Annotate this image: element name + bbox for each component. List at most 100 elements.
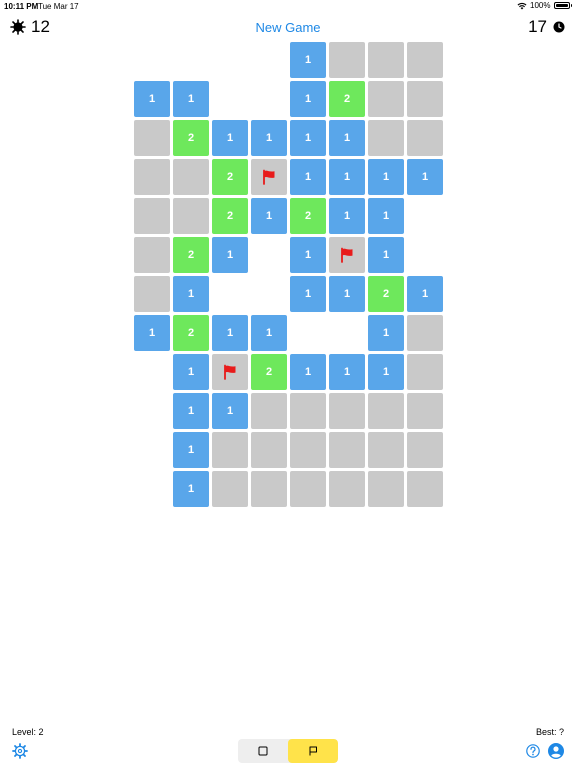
- hidden-cell[interactable]: [134, 276, 170, 312]
- revealed-cell[interactable]: 1: [290, 42, 326, 78]
- revealed-cell[interactable]: 1: [173, 432, 209, 468]
- new-game-button[interactable]: New Game: [230, 20, 346, 35]
- account-icon[interactable]: [548, 743, 564, 759]
- flag-outline-icon: [309, 746, 317, 756]
- flagged-cell[interactable]: [212, 354, 248, 390]
- hidden-cell[interactable]: [329, 471, 365, 507]
- hidden-cell[interactable]: [407, 354, 443, 390]
- revealed-cell[interactable]: 1: [329, 120, 365, 156]
- hidden-cell[interactable]: [290, 393, 326, 429]
- revealed-cell[interactable]: 1: [212, 120, 248, 156]
- revealed-cell[interactable]: 1: [290, 81, 326, 117]
- hidden-cell[interactable]: [134, 237, 170, 273]
- hidden-cell[interactable]: [329, 42, 365, 78]
- revealed-cell[interactable]: 1: [407, 159, 443, 195]
- hidden-cell[interactable]: [290, 471, 326, 507]
- revealed-cell[interactable]: 2: [173, 315, 209, 351]
- flagged-cell[interactable]: [329, 237, 365, 273]
- hidden-cell[interactable]: [368, 471, 404, 507]
- revealed-cell[interactable]: 1: [173, 354, 209, 390]
- gear-icon[interactable]: [12, 743, 28, 759]
- revealed-cell[interactable]: 1: [173, 276, 209, 312]
- revealed-cell[interactable]: 2: [368, 276, 404, 312]
- hidden-cell[interactable]: [407, 120, 443, 156]
- revealed-cell[interactable]: 1: [212, 237, 248, 273]
- flag-icon: [341, 247, 353, 263]
- revealed-cell[interactable]: 2: [173, 120, 209, 156]
- revealed-cell[interactable]: 2: [290, 198, 326, 234]
- revealed-cell[interactable]: 1: [290, 276, 326, 312]
- revealed-cell[interactable]: 1: [134, 315, 170, 351]
- revealed-cell[interactable]: 2: [251, 354, 287, 390]
- revealed-cell[interactable]: 1: [173, 393, 209, 429]
- hidden-cell[interactable]: [407, 471, 443, 507]
- revealed-cell[interactable]: 1: [290, 120, 326, 156]
- revealed-cell[interactable]: 1: [290, 237, 326, 273]
- hidden-cell[interactable]: [407, 393, 443, 429]
- revealed-cell[interactable]: 2: [329, 81, 365, 117]
- mode-toggle: [238, 739, 338, 763]
- hidden-cell[interactable]: [134, 198, 170, 234]
- help-icon[interactable]: [526, 744, 540, 758]
- elapsed-time: 17: [528, 17, 547, 36]
- mines-remaining: 12: [31, 17, 50, 36]
- status-bar: 10:11 PM Tue Mar 17 100%: [0, 0, 576, 12]
- revealed-cell[interactable]: 2: [173, 237, 209, 273]
- flagged-cell[interactable]: [251, 159, 287, 195]
- hidden-cell[interactable]: [407, 81, 443, 117]
- hidden-cell[interactable]: [368, 120, 404, 156]
- revealed-cell[interactable]: 1: [212, 315, 248, 351]
- revealed-cell[interactable]: 1: [173, 81, 209, 117]
- revealed-cell[interactable]: 1: [368, 198, 404, 234]
- revealed-cell[interactable]: 1: [368, 237, 404, 273]
- hidden-cell[interactable]: [173, 198, 209, 234]
- revealed-cell[interactable]: 1: [134, 81, 170, 117]
- hidden-cell[interactable]: [134, 159, 170, 195]
- hidden-cell[interactable]: [290, 432, 326, 468]
- hidden-cell[interactable]: [368, 393, 404, 429]
- revealed-cell[interactable]: 1: [407, 276, 443, 312]
- hidden-cell[interactable]: [173, 159, 209, 195]
- hidden-cell[interactable]: [368, 432, 404, 468]
- clock-icon: [553, 21, 565, 33]
- revealed-cell[interactable]: 1: [251, 315, 287, 351]
- battery-percent: 100%: [530, 1, 551, 10]
- revealed-cell[interactable]: 2: [212, 159, 248, 195]
- hidden-cell[interactable]: [407, 432, 443, 468]
- revealed-cell[interactable]: 1: [251, 120, 287, 156]
- game-board: 1111221111211112121121111112112111121111…: [0, 0, 576, 768]
- revealed-cell[interactable]: 1: [368, 159, 404, 195]
- hidden-cell[interactable]: [251, 393, 287, 429]
- revealed-cell[interactable]: 1: [212, 393, 248, 429]
- hidden-cell[interactable]: [368, 42, 404, 78]
- hidden-cell[interactable]: [212, 471, 248, 507]
- revealed-cell[interactable]: 1: [329, 276, 365, 312]
- reveal-mode-button[interactable]: [238, 739, 288, 763]
- hidden-cell[interactable]: [134, 120, 170, 156]
- hidden-cell[interactable]: [329, 393, 365, 429]
- revealed-cell[interactable]: 2: [212, 198, 248, 234]
- flag-icon: [263, 169, 275, 185]
- revealed-cell[interactable]: 1: [173, 471, 209, 507]
- revealed-cell[interactable]: 1: [290, 159, 326, 195]
- battery-tip: [570, 4, 572, 7]
- revealed-cell[interactable]: 1: [368, 315, 404, 351]
- hidden-cell[interactable]: [368, 81, 404, 117]
- revealed-cell[interactable]: 1: [368, 354, 404, 390]
- square-icon: [258, 746, 268, 756]
- status-time: 10:11 PM: [4, 2, 39, 11]
- flag-mode-button[interactable]: [288, 739, 338, 763]
- mine-counter: 12: [10, 17, 50, 37]
- hidden-cell[interactable]: [407, 315, 443, 351]
- revealed-cell[interactable]: 1: [290, 354, 326, 390]
- revealed-cell[interactable]: 1: [329, 159, 365, 195]
- hidden-cell[interactable]: [251, 471, 287, 507]
- status-date: Tue Mar 17: [38, 2, 79, 11]
- revealed-cell[interactable]: 1: [251, 198, 287, 234]
- revealed-cell[interactable]: 1: [329, 354, 365, 390]
- hidden-cell[interactable]: [329, 432, 365, 468]
- hidden-cell[interactable]: [251, 432, 287, 468]
- hidden-cell[interactable]: [212, 432, 248, 468]
- hidden-cell[interactable]: [407, 42, 443, 78]
- revealed-cell[interactable]: 1: [329, 198, 365, 234]
